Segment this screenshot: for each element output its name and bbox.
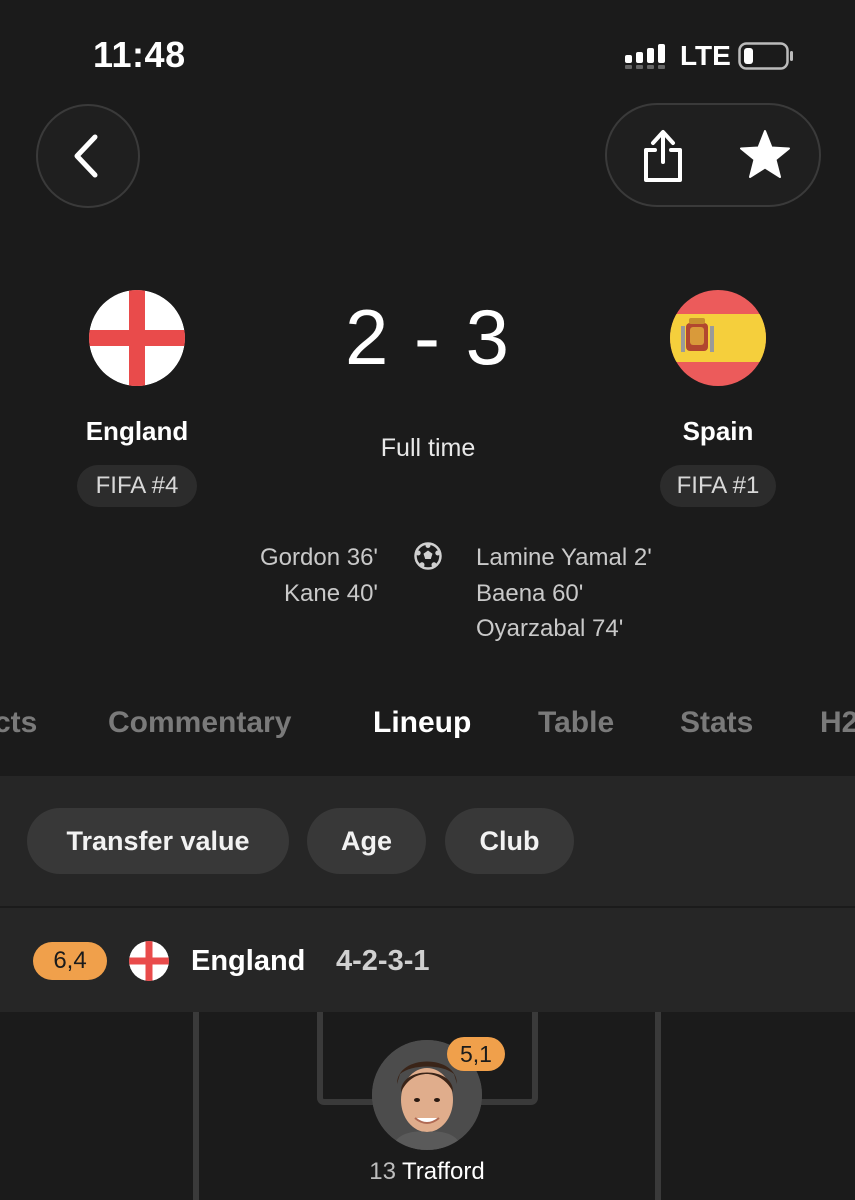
tab-lineup[interactable]: Lineup (373, 695, 471, 751)
away-fifa-rank-badge: FIFA #1 (660, 465, 776, 507)
formation-label: 4-2-3-1 (336, 945, 430, 977)
star-icon[interactable] (738, 129, 792, 181)
match-tabs: cts Commentary Lineup Table Stats H2 (0, 695, 855, 751)
filter-transfer-value-chip[interactable]: Transfer value (27, 808, 289, 874)
battery-icon (738, 42, 793, 70)
share-icon[interactable] (640, 128, 686, 184)
lineup-team-name: England (191, 945, 306, 977)
goal-scorer: Baena 60' (476, 579, 584, 607)
player-rating-badge: 5,1 (447, 1037, 505, 1071)
tab-stats[interactable]: Stats (680, 695, 753, 751)
back-button[interactable] (36, 104, 140, 208)
football-icon (414, 542, 442, 570)
home-fifa-rank-badge: FIFA #4 (77, 465, 197, 507)
home-team-name[interactable]: England (17, 416, 257, 447)
goal-scorer: Gordon 36' (260, 544, 378, 571)
goal-scorer: Oyarzabal 74' (476, 615, 624, 642)
england-flag-icon (129, 941, 169, 981)
network-label: LTE (680, 40, 731, 71)
lineup-team-header[interactable]: 6,4 England 4-2-3-1 (0, 908, 855, 1012)
match-score: 2 - 3 (344, 293, 512, 381)
player-name: Trafford (402, 1158, 485, 1185)
player-number: 13 (369, 1158, 396, 1185)
filter-club-chip[interactable]: Club (445, 808, 574, 874)
goal-scorer: Kane 40' (284, 579, 378, 607)
tab-commentary[interactable]: Commentary (108, 695, 291, 751)
status-time: 11:48 (93, 34, 186, 75)
lineup-filters: Transfer value Age Club (0, 776, 855, 906)
back-chevron-icon (74, 134, 98, 178)
away-goal-scorers: Lamine Yamal 2' Baena 60' Oyarzabal 74' (476, 540, 736, 647)
player-label[interactable]: 13 Trafford (327, 1158, 527, 1186)
tab-table[interactable]: Table (538, 695, 614, 751)
away-team-name[interactable]: Spain (598, 416, 838, 447)
signal-icon (625, 44, 665, 69)
home-goal-scorers: Gordon 36' Kane 40' (180, 540, 378, 611)
team-rating-badge: 6,4 (33, 942, 107, 980)
tab-facts[interactable]: cts (0, 695, 37, 751)
spain-flag-icon[interactable] (670, 290, 766, 386)
england-flag-icon[interactable] (89, 290, 185, 386)
tab-h2h[interactable]: H2 (820, 695, 855, 751)
match-status: Full time (380, 434, 476, 462)
goal-scorer: Lamine Yamal 2' (476, 544, 652, 571)
filter-age-chip[interactable]: Age (307, 808, 426, 874)
